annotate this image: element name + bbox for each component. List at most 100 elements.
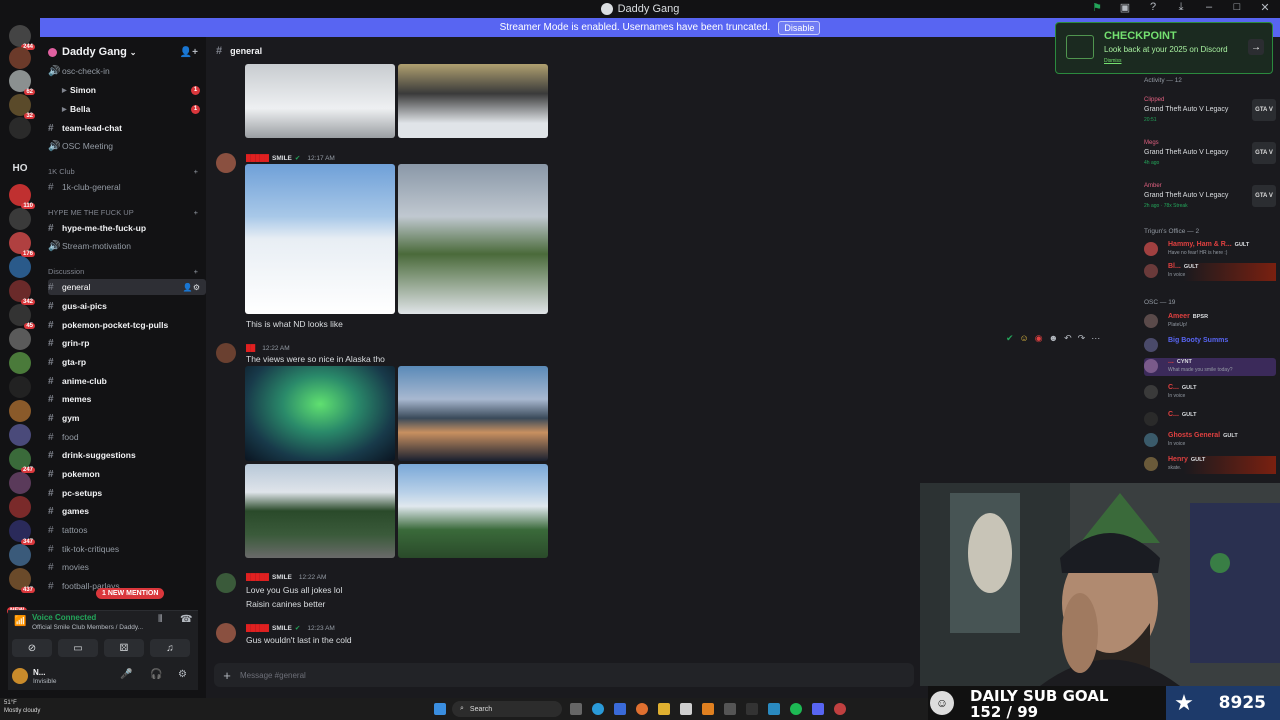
activity-card[interactable]: Clipped Grand Theft Auto V Legacy 20:51 … <box>1144 97 1276 133</box>
app-icon[interactable] <box>614 703 626 715</box>
server-icon[interactable] <box>9 352 31 374</box>
channel-gus-ai-pics[interactable]: # gus-ai-pics <box>48 298 206 314</box>
member-item[interactable]: C... GULT <box>1144 411 1276 429</box>
attachment-image[interactable] <box>245 64 395 138</box>
file-explorer-icon[interactable] <box>658 703 670 715</box>
member-item[interactable]: ... CYNT What made you smile today? <box>1144 358 1276 376</box>
server-icon[interactable]: 247 <box>9 448 35 473</box>
server-icon[interactable] <box>9 400 31 422</box>
add-channel-icon[interactable]: + <box>194 267 198 276</box>
server-icon[interactable]: 244 <box>9 25 35 50</box>
avatar[interactable] <box>12 668 28 684</box>
member-item[interactable]: Big Booty Summs <box>1144 337 1276 355</box>
more-icon[interactable]: ⋯ <box>1091 333 1100 344</box>
category-discussion[interactable]: Discussion + <box>48 267 198 276</box>
channel-grin-rp[interactable]: # grin-rp <box>48 335 206 351</box>
avatar[interactable] <box>216 153 236 173</box>
server-icon[interactable] <box>9 496 31 518</box>
server-icon[interactable] <box>9 47 31 69</box>
author-name[interactable]: █████ <box>246 574 269 581</box>
channel-food[interactable]: # food <box>48 429 206 445</box>
thread-bella[interactable]: ▶ Bella 1 <box>48 101 206 117</box>
member-item[interactable]: Hammy, Ham & R... GULT Have no fear! HR i… <box>1144 241 1276 259</box>
attachment-image[interactable] <box>245 366 395 461</box>
microphone-icon[interactable]: 🎤 <box>120 669 132 680</box>
channel-gta-rp[interactable]: # gta-rp <box>48 354 206 370</box>
channel-games[interactable]: # games <box>48 503 206 519</box>
add-channel-icon[interactable]: + <box>194 208 198 217</box>
channel-general[interactable]: # general 👤⚙ <box>48 279 206 295</box>
channel-osc-meeting[interactable]: 🔊 OSC Meeting <box>48 138 206 154</box>
member-item[interactable]: Henry GULT skate. <box>1144 456 1276 474</box>
settings-icon[interactable]: ⚙ <box>178 669 187 680</box>
server-icon[interactable]: 62 <box>9 70 35 95</box>
server-icon[interactable]: 32 <box>9 94 35 119</box>
channel-team-lead-chat[interactable]: # team-lead-chat <box>48 120 206 136</box>
soundboard-button[interactable]: ♫ <box>150 639 190 657</box>
discord-icon[interactable] <box>812 703 824 715</box>
channel-memes[interactable]: # memes <box>48 391 206 407</box>
channel-pokemon-pocket[interactable]: # pokemon-pocket-tcg-pulls <box>48 317 206 333</box>
disable-streamer-mode-button[interactable]: Disable <box>778 20 821 35</box>
channel-osc-check-in[interactable]: 🔊 osc-check-in <box>48 63 206 79</box>
author-name[interactable]: ██ <box>246 345 255 352</box>
activity-card[interactable]: Megs Grand Theft Auto V Legacy 4h ago GT… <box>1144 140 1276 176</box>
category-hype[interactable]: HYPE ME THE FUCK UP + <box>48 208 198 217</box>
channel-movies[interactable]: # movies <box>48 559 206 575</box>
noise-suppression-icon[interactable]: ⦀ <box>158 614 162 625</box>
headphones-icon[interactable]: 🎧 <box>150 669 162 680</box>
activity-card[interactable]: Amber Grand Theft Auto V Legacy 2h ago ·… <box>1144 183 1276 219</box>
author-name[interactable]: █████ <box>246 155 269 162</box>
member-item[interactable]: Ghosts General GULT In voice <box>1144 432 1276 450</box>
avatar[interactable] <box>216 623 236 643</box>
forward-icon[interactable]: ↷ <box>1078 333 1086 344</box>
app-icon[interactable] <box>834 703 846 715</box>
reply-icon[interactable]: ↶ <box>1064 333 1072 344</box>
server-icon[interactable] <box>9 256 31 278</box>
user-name[interactable]: N... <box>33 668 45 677</box>
minimize-icon[interactable]: – <box>1202 1 1216 14</box>
reaction-emoji-icon[interactable]: ☺ <box>1020 333 1029 344</box>
channel-pokemon[interactable]: # pokemon <box>48 466 206 482</box>
author-name[interactable]: █████ <box>246 625 269 632</box>
server-icon[interactable] <box>9 328 31 350</box>
screen-share-button[interactable]: ▭ <box>58 639 98 657</box>
member-item[interactable]: C... GULT In voice <box>1144 384 1276 402</box>
add-reaction-icon[interactable]: ☻ <box>1049 333 1058 344</box>
channel-drink-suggestions[interactable]: # drink-suggestions <box>48 447 206 463</box>
server-icon[interactable] <box>9 376 31 398</box>
server-icon[interactable]: 176 <box>9 232 35 257</box>
member-item[interactable]: Bl... GULT In voice <box>1144 263 1276 281</box>
windows-start-icon[interactable] <box>434 703 446 715</box>
disconnect-icon[interactable]: ☎ <box>180 614 192 625</box>
weather-widget[interactable]: 51°F Mostly cloudy <box>4 699 40 715</box>
attachment-image[interactable] <box>398 464 548 558</box>
maximize-icon[interactable]: □ <box>1230 1 1244 14</box>
checkpoint-promo-card[interactable]: CHECKPOINT Look back at your 2025 on Dis… <box>1055 22 1273 74</box>
help-icon[interactable]: ? <box>1146 1 1160 14</box>
server-initials[interactable]: HO <box>6 163 34 174</box>
arrow-right-icon[interactable]: → <box>1248 39 1264 55</box>
composer-placeholder[interactable]: Message #general <box>240 671 306 680</box>
app-icon[interactable] <box>702 703 714 715</box>
new-mention-pill[interactable]: 1 NEW MENTION <box>96 588 165 599</box>
channel-pc-setups[interactable]: # pc-setups <box>48 485 206 501</box>
server-icon[interactable] <box>9 208 31 230</box>
reaction-icon[interactable]: ◉ <box>1035 333 1043 344</box>
attachment-image[interactable] <box>398 366 548 461</box>
task-view-icon[interactable] <box>570 703 582 715</box>
app-icon[interactable] <box>680 703 692 715</box>
channel-stream-motivation[interactable]: 🔊 Stream-motivation <box>48 238 206 254</box>
inbox-icon[interactable]: ⚑ <box>1090 1 1104 14</box>
app-icon[interactable] <box>724 703 736 715</box>
channel-settings-icon[interactable]: 👤⚙ <box>183 283 200 292</box>
member-item[interactable]: Ameer BPSR PlateUp! <box>1144 313 1276 331</box>
reaction-check-icon[interactable]: ✔ <box>1006 333 1014 344</box>
attachment-image[interactable] <box>398 164 548 314</box>
server-icon[interactable]: 437 <box>9 568 35 593</box>
server-icon[interactable]: 342 <box>9 280 35 305</box>
server-icon[interactable]: 347 <box>9 520 35 545</box>
dismiss-link[interactable]: Dismiss <box>1104 58 1122 64</box>
channel-hype[interactable]: # hype-me-the-fuck-up <box>48 220 206 236</box>
server-header[interactable]: Daddy Gang ⌄ 👤+ <box>48 45 198 59</box>
